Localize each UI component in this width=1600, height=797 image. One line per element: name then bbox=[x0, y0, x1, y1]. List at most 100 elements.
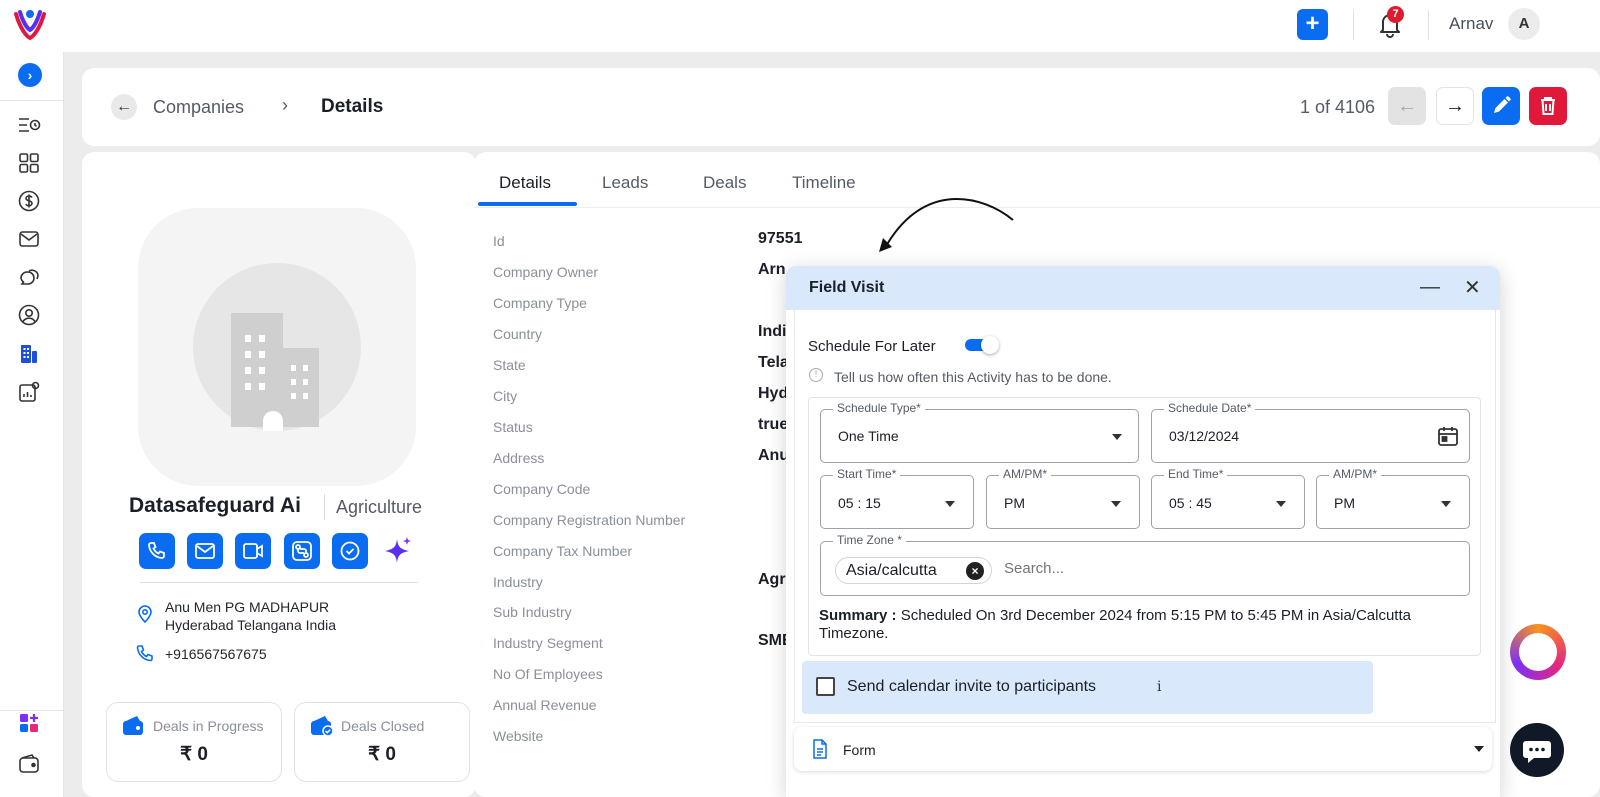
calendar-invite-checkbox[interactable] bbox=[816, 677, 835, 696]
field-label: Industry bbox=[493, 574, 543, 590]
calendar-invite-row[interactable]: Send calendar invite to participants i bbox=[802, 661, 1373, 714]
dashboard-grid-icon[interactable] bbox=[17, 151, 41, 175]
field-value: Hyd bbox=[758, 385, 789, 402]
field-visit-button[interactable] bbox=[284, 533, 320, 569]
sidebar-expand-button[interactable]: › bbox=[18, 63, 42, 87]
chevron-down-icon bbox=[1112, 434, 1122, 440]
arrow-left-icon: ← bbox=[116, 98, 132, 115]
email-button[interactable] bbox=[187, 533, 223, 569]
call-button[interactable] bbox=[139, 533, 175, 569]
time-zone-search-input[interactable] bbox=[1004, 560, 1304, 577]
next-record-button[interactable]: → bbox=[1436, 87, 1474, 125]
label-text: Schedule Type bbox=[837, 401, 917, 415]
video-meeting-button[interactable] bbox=[235, 533, 271, 569]
field-label: Company Owner bbox=[493, 264, 599, 280]
tab-deals[interactable]: Deals bbox=[703, 173, 746, 193]
company-phone[interactable]: +916567567675 bbox=[165, 646, 267, 662]
start-time-select[interactable]: Start Time* 05 : 15 bbox=[820, 467, 974, 529]
arrow-right-icon: → bbox=[1445, 95, 1465, 117]
divider bbox=[324, 494, 325, 520]
dollar-icon[interactable] bbox=[17, 189, 41, 213]
time-zone-field[interactable]: Time Zone * Asia/calcutta × bbox=[820, 533, 1470, 596]
calendar-icon[interactable] bbox=[1437, 425, 1459, 447]
add-button[interactable]: + bbox=[1297, 9, 1328, 40]
apps-icon[interactable] bbox=[17, 711, 41, 735]
field-label: Industry Segment bbox=[493, 635, 603, 651]
end-time-select[interactable]: End Time* 05 : 45 bbox=[1151, 467, 1305, 529]
start-ampm-select[interactable]: AM/PM* PM bbox=[986, 467, 1140, 529]
field-label: Address bbox=[493, 450, 545, 466]
label-text: Start Time bbox=[837, 467, 892, 481]
assistant-ring-button[interactable] bbox=[1510, 624, 1566, 680]
label-text: AM/PM bbox=[1333, 467, 1373, 481]
divider bbox=[140, 582, 418, 583]
companies-building-icon[interactable] bbox=[17, 342, 41, 366]
info-icon[interactable]: i bbox=[1157, 679, 1161, 695]
field-label: End Time* bbox=[1164, 467, 1228, 481]
field-label: AM/PM* bbox=[1329, 467, 1382, 481]
activity-list-icon[interactable] bbox=[17, 113, 41, 137]
tab-timeline[interactable]: Timeline bbox=[792, 173, 856, 193]
task-button[interactable] bbox=[332, 533, 368, 569]
field-value: 97551 bbox=[758, 230, 803, 247]
building-icon bbox=[231, 313, 319, 431]
field-value: Agr bbox=[758, 571, 786, 588]
check-badge-icon bbox=[340, 541, 360, 561]
chat-support-button[interactable] bbox=[1510, 723, 1564, 777]
delete-button[interactable] bbox=[1529, 87, 1567, 125]
wallet-icon[interactable] bbox=[17, 752, 41, 776]
calendar-invite-label[interactable]: Send calendar invite to participants bbox=[847, 678, 1096, 696]
schedule-form: Schedule Type* One Time Schedule Date* 0… bbox=[808, 397, 1481, 656]
field-value: Tela bbox=[758, 354, 789, 371]
edit-button[interactable] bbox=[1482, 87, 1520, 125]
field-label: Company Registration Number bbox=[493, 512, 686, 528]
schedule-date-input[interactable]: Schedule Date* 03/12/2024 bbox=[1151, 401, 1470, 463]
app-logo[interactable] bbox=[12, 6, 48, 42]
chat-icon bbox=[1523, 741, 1551, 763]
field-label: Schedule Date* bbox=[1164, 401, 1256, 415]
form-accordion[interactable]: Form bbox=[794, 727, 1492, 771]
user-name[interactable]: Arnav bbox=[1449, 14, 1493, 34]
field-value: true bbox=[758, 416, 789, 433]
selected-value: One Time bbox=[838, 428, 899, 444]
tab-leads[interactable]: Leads bbox=[602, 173, 648, 193]
previous-record-button[interactable]: ← bbox=[1388, 87, 1426, 125]
schedule-hint: Tell us how often this Activity has to b… bbox=[834, 369, 1112, 385]
breadcrumb-companies[interactable]: Companies bbox=[153, 97, 244, 118]
close-button[interactable]: ✕ bbox=[1464, 275, 1481, 300]
ai-sparkle-icon[interactable] bbox=[382, 533, 414, 569]
chat-bubbles-icon[interactable] bbox=[17, 265, 41, 289]
chevron-down-icon bbox=[1111, 501, 1121, 507]
field-label: Schedule Type* bbox=[833, 401, 925, 415]
analytics-settings-icon[interactable] bbox=[17, 380, 41, 404]
tab-details[interactable]: Details bbox=[499, 173, 551, 193]
field-label: State bbox=[493, 357, 526, 373]
form-accordion-label: Form bbox=[843, 742, 876, 758]
mail-icon[interactable] bbox=[17, 227, 41, 251]
user-circle-icon[interactable] bbox=[17, 303, 41, 327]
label-text: Schedule Date bbox=[1168, 401, 1247, 415]
label-text: End Time bbox=[1168, 467, 1219, 481]
end-ampm-select[interactable]: AM/PM* PM bbox=[1316, 467, 1470, 529]
company-address: Anu Men PG MADHAPUR Hyderabad Telangana … bbox=[165, 598, 336, 634]
field-label: Status bbox=[493, 419, 533, 435]
schedule-type-select[interactable]: Schedule Type* One Time bbox=[820, 401, 1139, 463]
divider bbox=[1353, 10, 1354, 40]
wallet-check-icon bbox=[311, 716, 334, 737]
schedule-for-later-toggle[interactable] bbox=[965, 336, 999, 354]
address-line-1: Anu Men PG MADHAPUR bbox=[165, 599, 330, 615]
minimize-button[interactable]: — bbox=[1420, 276, 1440, 299]
field-value: Anu bbox=[758, 447, 790, 464]
field-label: Country bbox=[493, 326, 543, 342]
selected-value: PM bbox=[1334, 495, 1355, 511]
pencil-icon bbox=[1494, 96, 1511, 113]
divider bbox=[1428, 10, 1429, 40]
back-button[interactable]: ← bbox=[111, 94, 137, 120]
deals-in-progress-card: Deals in Progress ₹ 0 bbox=[106, 702, 282, 782]
remove-chip-icon[interactable]: × bbox=[966, 562, 984, 580]
page-title: Details bbox=[321, 96, 384, 117]
dialog-body: Schedule For Later ! Tell us how often t… bbox=[794, 310, 1496, 723]
avatar[interactable]: A bbox=[1508, 8, 1540, 40]
record-pager: 1 of 4106 bbox=[1300, 97, 1376, 117]
time-zone-chip: Asia/calcutta × bbox=[835, 557, 992, 584]
